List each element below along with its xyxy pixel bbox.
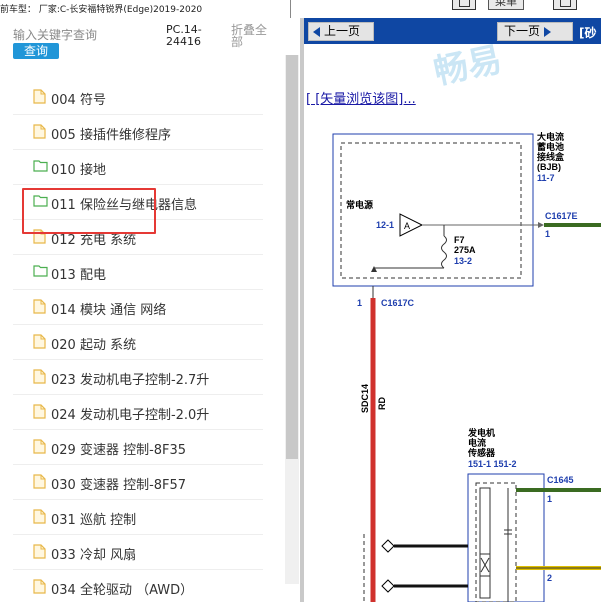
fuse-name: F7 (454, 235, 465, 245)
tree-item-label: 005 接插件维修程序 (51, 128, 171, 143)
sensor-pins: 151-1 151-2 (468, 459, 517, 469)
bjb-outer-box (332, 133, 534, 287)
c1645-pin-2: 2 (547, 573, 552, 583)
pc-code: PC.14-24416 (166, 23, 202, 48)
c1645-pin-1: 1 (547, 494, 552, 504)
tree-item-label: 023 发动机电子控制-2.7升 (51, 373, 210, 388)
file-icon (33, 439, 47, 454)
selection-highlight (22, 188, 156, 234)
triangle-left-icon (313, 26, 320, 37)
tree-item[interactable]: 023 发动机电子控制-2.7升 (13, 360, 263, 395)
bus-arrow (538, 222, 544, 228)
bjb-title-4: (BJB) (537, 162, 561, 172)
top-bar: 前车型： 厂家:C-长安福特锐界(Edge)2019-2020 菜单 (0, 0, 601, 18)
sensor-title-2: 电流 (468, 437, 486, 448)
top-separator (290, 0, 291, 18)
pin-12-1: 12-1 (376, 220, 394, 230)
menu-button[interactable]: 菜单 (488, 0, 524, 10)
splice-diamond-2 (381, 579, 395, 593)
wire-code: SDC14 (360, 384, 370, 413)
bjb-title-3: 接线盒 (537, 151, 565, 162)
tree-item[interactable]: 020 起动 系统 (13, 325, 263, 360)
file-icon (33, 334, 47, 349)
search-input[interactable]: 输入关键字查询 (13, 26, 97, 43)
tree-item[interactable]: 031 巡航 控制 (13, 500, 263, 535)
tree-item-label: 024 发动机电子控制-2.0升 (51, 408, 210, 423)
next-page-button[interactable]: 下一页 (497, 22, 573, 41)
vehicle-label: 前车型： 厂家:C-长安福特锐界(Edge)2019-2020 (0, 5, 203, 15)
window-icon[interactable] (452, 0, 476, 10)
page-nav-bar: 上一页 下一页 [砂 (304, 18, 601, 44)
tree-item[interactable]: 034 全轮驱动 （AWD） (13, 570, 263, 602)
conn-c1617e-pin: 1 (545, 229, 550, 239)
fuse-rating: 275A (454, 245, 476, 255)
conn-c1645: C1645 (547, 475, 574, 485)
bjb-inner-box (340, 142, 522, 279)
tree-item[interactable]: 024 发动机电子控制-2.0升 (13, 395, 263, 430)
tree-item[interactable]: 030 变速器 控制-8F57 (13, 465, 263, 500)
sensor-outer-box (467, 473, 545, 602)
tree-item-label: 014 模块 通信 网络 (51, 303, 167, 318)
bjb-title-2: 蓄电池 (537, 141, 564, 152)
file-icon (33, 299, 47, 314)
conn-c1617e: C1617E (545, 211, 578, 221)
catalog-tree: 004 符号 005 接插件维修程序 010 接地 011 保险丝与继电器信息 012 … (13, 80, 263, 602)
diagram-panel: 畅易 大电流 蓄电池 接线盒 (BJB) 11-7 常电源 12-1 A F7 … (304, 18, 601, 602)
nav-extra-button[interactable]: [砂 (579, 24, 597, 41)
file-icon (33, 124, 47, 139)
file-icon (33, 509, 47, 524)
tree-item[interactable]: 004 符号 (13, 80, 263, 115)
prev-page-button[interactable]: 上一页 (308, 22, 374, 41)
down-arrow (371, 266, 377, 272)
file-icon (33, 404, 47, 419)
sensor-element (479, 487, 491, 599)
tree-item[interactable]: 014 模块 通信 网络 (13, 290, 263, 325)
triangle-right-icon (544, 26, 552, 37)
vector-view-link[interactable]: [ [矢量浏览该图]... (306, 88, 416, 107)
conn-c1617c-pin: 1 (357, 298, 362, 308)
tree-item[interactable]: 010 接地 (13, 150, 263, 185)
tree-item-label: 020 起动 系统 (51, 338, 137, 353)
splice-diamond-1 (381, 539, 395, 553)
tree-item[interactable]: 013 配电 (13, 255, 263, 290)
file-icon (33, 544, 47, 559)
tree-item[interactable]: 005 接插件维修程序 (13, 115, 263, 150)
tree-item-label: 034 全轮驱动 （AWD） (51, 583, 194, 598)
sensor-title-3: 传感器 (467, 447, 496, 458)
watermark: 畅易 (431, 40, 505, 91)
file-icon (33, 579, 47, 594)
search-button[interactable]: 查询 (13, 43, 59, 59)
tree-item-label: 033 冷却 风扇 (51, 548, 137, 563)
wire-color: RD (377, 397, 387, 410)
amp-label: A (404, 221, 410, 231)
bjb-ref: 11-7 (537, 173, 555, 183)
folder-icon (33, 264, 48, 278)
tree-item[interactable]: 033 冷却 风扇 (13, 535, 263, 570)
sensor-inner-box (475, 482, 517, 602)
sensor-title-1: 发电机 (467, 427, 495, 438)
conn-c1617c: C1617C (381, 298, 415, 308)
tree-item-label: 010 接地 (51, 163, 106, 178)
catalog-panel: 输入关键字查询 查询 PC.14-24416 折叠全部 004 符号 005 接插… (0, 18, 300, 602)
file-icon (33, 474, 47, 489)
scrollbar-thumb[interactable] (286, 55, 298, 459)
folder-icon (33, 159, 48, 173)
file-icon (33, 89, 47, 104)
tree-item-label: 004 符号 (51, 93, 106, 108)
tree-item-label: 029 变速器 控制-8F35 (51, 443, 187, 458)
fuse-coil (441, 235, 447, 269)
tree-item[interactable]: 029 变速器 控制-8F35 (13, 430, 263, 465)
tree-item-label: 013 配电 (51, 268, 106, 283)
tree-item-label: 031 巡航 控制 (51, 513, 137, 528)
bjb-title-1: 大电流 (537, 131, 564, 142)
file-icon (33, 369, 47, 384)
collapse-all-button[interactable]: 折叠全部 (231, 24, 275, 48)
window-icon[interactable] (553, 0, 577, 10)
fuse-ref: 13-2 (454, 256, 472, 266)
tree-item-label: 030 变速器 控制-8F57 (51, 478, 187, 493)
constant-power-label: 常电源 (346, 199, 373, 210)
